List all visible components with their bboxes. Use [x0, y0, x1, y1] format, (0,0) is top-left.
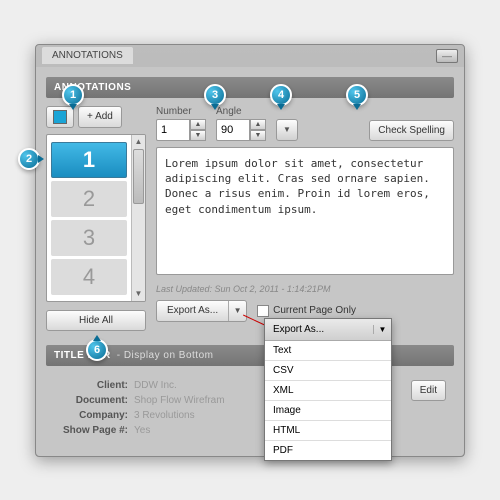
company-key: Company: — [54, 410, 134, 421]
minimize-button[interactable]: –– — [436, 49, 458, 63]
export-as-select[interactable]: Export As... ▼ — [156, 300, 247, 322]
export-dropdown-header[interactable]: Export As... ▼ — [265, 319, 391, 341]
showpage-value: Yes — [134, 425, 150, 436]
export-dropdown-menu: Export As... ▼ Text CSV XML Image HTML P… — [264, 318, 392, 461]
window-title-tab: ANNOTATIONS — [42, 47, 133, 64]
angle-label: Angle — [216, 106, 266, 117]
document-value: Shop Flow Wirefram — [134, 395, 225, 406]
document-key: Document: — [54, 395, 134, 406]
edit-titlebar-button[interactable]: Edit — [411, 380, 446, 401]
chevron-down-icon: ▼ — [373, 325, 391, 334]
annotation-item-2[interactable]: 2 — [51, 181, 127, 217]
export-option-html[interactable]: HTML — [265, 421, 391, 441]
color-swatch — [53, 110, 67, 124]
angle-stepper[interactable]: ▲ ▼ — [216, 119, 266, 141]
number-label: Number — [156, 106, 206, 117]
client-value: DDW Inc. — [134, 380, 177, 391]
checkbox-box[interactable] — [257, 305, 269, 317]
export-option-text[interactable]: Text — [265, 341, 391, 361]
titlebar-subtitle: - Display on Bottom — [117, 350, 214, 361]
scroll-thumb[interactable] — [133, 149, 144, 204]
add-annotation-button[interactable]: + Add — [78, 106, 122, 128]
number-input[interactable] — [156, 119, 190, 141]
annotations-window: ANNOTATIONS –– ANNOTATIONS 1 3 4 5 + Add… — [35, 44, 465, 457]
angle-step-up[interactable]: ▲ — [250, 119, 266, 130]
callout-5: 5 — [346, 84, 368, 106]
annotation-text-input[interactable]: Lorem ipsum dolor sit amet, consectetur … — [156, 147, 454, 275]
angle-input[interactable] — [216, 119, 250, 141]
number-stepper[interactable]: ▲ ▼ — [156, 119, 206, 141]
annotation-item-3[interactable]: 3 — [51, 220, 127, 256]
annotation-item-4[interactable]: 4 — [51, 259, 127, 295]
callout-2: 2 — [18, 148, 40, 170]
scroll-up-icon[interactable]: ▲ — [132, 135, 145, 149]
annotations-section-header: ANNOTATIONS — [46, 77, 454, 98]
export-option-csv[interactable]: CSV — [265, 361, 391, 381]
chevron-down-icon: ▼ — [228, 301, 246, 321]
callout-4: 4 — [270, 84, 292, 106]
last-updated-label: Last Updated: Sun Oct 2, 2011 - 1:14:21P… — [156, 284, 454, 294]
callout-1: 1 — [62, 84, 84, 106]
showpage-key: Show Page #: — [54, 425, 134, 436]
annotation-list: 1 2 3 4 ▲ ▼ — [46, 134, 146, 302]
window-titlebar: ANNOTATIONS –– — [36, 45, 464, 67]
export-option-pdf[interactable]: PDF — [265, 441, 391, 460]
angle-preset-dropdown[interactable]: ▼ — [276, 119, 298, 141]
angle-step-down[interactable]: ▼ — [250, 130, 266, 141]
number-step-down[interactable]: ▼ — [190, 130, 206, 141]
export-as-label: Export As... — [157, 305, 228, 316]
current-page-only-checkbox[interactable]: Current Page Only — [257, 305, 356, 317]
current-page-only-label: Current Page Only — [273, 305, 356, 316]
export-option-xml[interactable]: XML — [265, 381, 391, 401]
client-key: Client: — [54, 380, 134, 391]
number-step-up[interactable]: ▲ — [190, 119, 206, 130]
export-dropdown-label: Export As... — [265, 324, 373, 335]
check-spelling-button[interactable]: Check Spelling — [369, 120, 454, 141]
list-scrollbar[interactable]: ▲ ▼ — [131, 135, 145, 301]
scroll-down-icon[interactable]: ▼ — [132, 287, 145, 301]
hide-all-button[interactable]: Hide All — [46, 310, 146, 331]
callout-6: 6 — [86, 339, 108, 361]
callout-3: 3 — [204, 84, 226, 106]
annotation-item-1[interactable]: 1 — [51, 142, 127, 178]
company-value: 3 Revolutions — [134, 410, 195, 421]
export-option-image[interactable]: Image — [265, 401, 391, 421]
